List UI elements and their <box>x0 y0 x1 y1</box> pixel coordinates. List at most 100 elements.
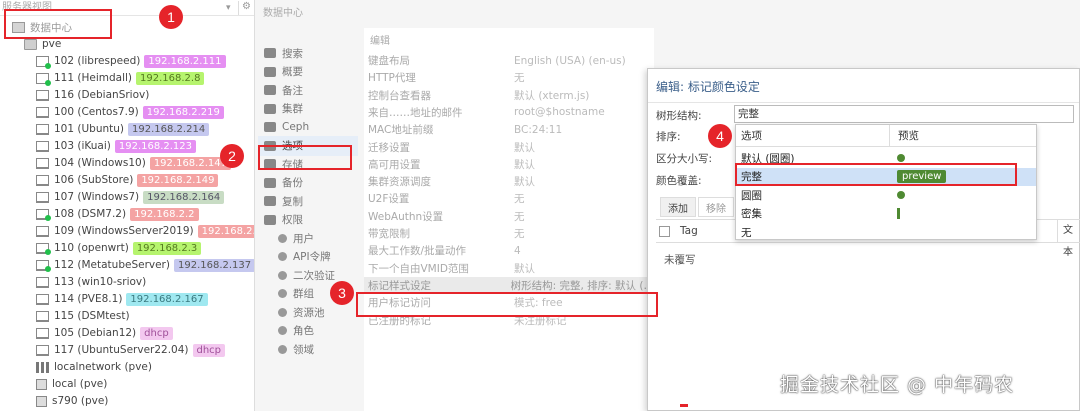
tree-item[interactable]: 103 (iKuai) 192.168.2.123 <box>36 137 197 155</box>
option-key: 带宽限制 <box>368 228 410 240</box>
dropdown-option[interactable]: 无 <box>736 223 1036 241</box>
empty-state-text: 未覆写 <box>664 254 696 266</box>
tree-item[interactable]: 110 (openwrt) 192.168.2.3 <box>36 239 202 257</box>
text-column-header[interactable]: 文本 <box>1057 220 1080 258</box>
option-key: 集群资源调度 <box>368 176 431 189</box>
menu-item-label: 资源池 <box>293 306 325 319</box>
dropdown-option[interactable]: 圆圈 <box>736 186 1036 204</box>
tree-item-label: 115 (DSMtest) <box>54 310 130 322</box>
datacenter-menu: 搜索 概要 备注 集群 Ceph 选项 存储 备份 复制 权限 用户 API令牌 二次验证 群组 资源池 角色… <box>258 38 362 411</box>
menu-item[interactable]: 搜索 <box>258 43 358 63</box>
option-key: 来自……地址的邮件 <box>368 106 463 119</box>
menu-item[interactable]: 用户 <box>258 228 358 248</box>
tree-item[interactable]: 109 (WindowsServer2019)192.168.2.138 <box>36 222 254 240</box>
ip-tag: 192.168.2.219 <box>142 105 224 119</box>
option-key: WebAuthn设置 <box>368 210 444 223</box>
select-all-checkbox[interactable] <box>659 225 670 237</box>
tree-item[interactable]: 116 (DebianSriov) <box>36 86 149 104</box>
dropdown-option[interactable]: 密集 <box>736 205 1036 223</box>
tree-item[interactable]: 104 (Windows10) 192.168.2.147 <box>36 154 231 172</box>
option-row[interactable]: U2F设置 无 <box>364 190 654 207</box>
option-row[interactable]: 带宽限制 无 <box>364 225 654 242</box>
menu-item-label: 领域 <box>293 343 314 356</box>
tree-item-label: localnetwork (pve) <box>54 361 152 373</box>
option-row[interactable]: 控制台查看器 默认 (xterm.js) <box>364 87 654 104</box>
step-badge-3: 3 <box>330 281 354 305</box>
template-icon <box>36 327 49 339</box>
tree-item[interactable]: s790 (pve) <box>36 392 108 410</box>
tree-item[interactable]: 105 (Debian12) dhcp <box>36 324 173 342</box>
tree-item-label: 105 (Debian12) <box>54 327 137 339</box>
menu-item[interactable]: 角色 <box>258 321 358 341</box>
option-value: 默认 <box>514 176 535 189</box>
tree-style-select[interactable]: 完整 <box>734 105 1074 123</box>
option-key: 最大工作数/批量动作 <box>368 245 467 258</box>
menu-item[interactable]: API令牌 <box>258 247 358 267</box>
tree-item[interactable]: 115 (DSMtest) <box>36 307 130 325</box>
case-sensitive-label: 区分大小写: <box>656 152 713 165</box>
tree-item[interactable]: 112 (MetatubeServer) 192.168.2.137 <box>36 256 254 274</box>
menu-item-label: 备注 <box>282 84 303 97</box>
menu-item-label: 集群 <box>282 103 303 115</box>
tree-item[interactable]: 101 (Ubuntu) 192.168.2.214 <box>36 120 210 138</box>
menu-item[interactable]: 权限 <box>258 210 358 230</box>
menu-item[interactable]: 概要 <box>258 62 358 82</box>
gear-icon[interactable]: ⚙ <box>238 0 254 15</box>
option-row[interactable]: HTTP代理 无 <box>364 69 654 86</box>
menu-item[interactable]: Ceph <box>258 117 358 137</box>
tree-item[interactable]: 100 (Centos7.9) 192.168.2.219 <box>36 103 224 121</box>
option-preview <box>889 208 900 219</box>
option-row[interactable]: WebAuthn设置 无 <box>364 208 654 225</box>
option-row[interactable]: MAC地址前缀 BC:24:11 <box>364 121 654 138</box>
option-column-header: 选项 <box>741 130 762 142</box>
option-key: U2F设置 <box>368 193 410 206</box>
tree-item[interactable]: 117 (UbuntuServer22.04) dhcp <box>36 341 226 359</box>
tree-item[interactable]: local (pve) <box>36 375 107 393</box>
tree-item[interactable]: 108 (DSM7.2) 192.168.2.2 <box>36 205 199 223</box>
tree-item[interactable]: 102 (librespeed) 192.168.2.111 <box>36 52 226 70</box>
ip-tag: 192.168.2.167 <box>126 292 208 306</box>
chevron-down-icon[interactable]: ▾ <box>226 3 238 13</box>
option-row[interactable]: 迁移设置 默认 <box>364 139 654 156</box>
ip-tag: 192.168.2.2 <box>130 207 199 221</box>
option-row[interactable]: 来自……地址的邮件 root@$hostname <box>364 104 654 121</box>
option-row[interactable]: 最大工作数/批量动作 4 <box>364 242 654 259</box>
menu-item[interactable]: 集群 <box>258 99 358 119</box>
tree-item[interactable]: 114 (PVE8.1) 192.168.2.167 <box>36 290 208 308</box>
dense-preview-icon <box>897 208 900 219</box>
menu-item[interactable]: 资源池 <box>258 302 358 322</box>
tree-item[interactable]: localnetwork (pve) <box>36 358 152 376</box>
tree-item[interactable]: 107 (Windows7) 192.168.2.164 <box>36 188 225 206</box>
backup-icon <box>264 177 276 188</box>
option-key: 高可用设置 <box>368 158 421 171</box>
highlight-tag-style <box>356 292 658 317</box>
tree-item-label: 100 (Centos7.9) <box>54 106 139 118</box>
vm-icon <box>36 191 49 203</box>
ip-tag: 192.168.2.111 <box>144 54 226 68</box>
tree-item[interactable]: 113 (win10-sriov) <box>36 273 146 291</box>
ip-tag: 192.168.2.164 <box>143 190 225 204</box>
ip-tag: 192.168.2.214 <box>128 122 210 136</box>
tree-item-label: 112 (MetatubeServer) <box>54 259 170 271</box>
tag-column-header[interactable]: Tag <box>680 225 698 237</box>
option-row[interactable]: 键盘布局 English (USA) (en-us) <box>364 52 654 69</box>
preview-column-header: 预览 <box>889 124 919 147</box>
menu-item[interactable]: 备注 <box>258 80 358 100</box>
options-grid: 编辑 键盘布局 English (USA) (en-us) HTTP代理无控制台查看… <box>364 28 654 411</box>
container-icon <box>36 72 51 86</box>
step-badge-4: 4 <box>708 124 732 148</box>
option-row[interactable]: 高可用设置 默认 <box>364 156 654 173</box>
remove-button[interactable]: 移除 <box>698 197 734 217</box>
menu-item[interactable]: 领域 <box>258 339 358 359</box>
add-button[interactable]: 添加 <box>660 197 696 217</box>
tree-item[interactable]: 111 (Heimdall) 192.168.2.8 <box>36 69 205 87</box>
tree-item[interactable]: 106 (SubStore) 192.168.2.149 <box>36 171 219 189</box>
menu-item[interactable]: 备份 <box>258 173 358 193</box>
tree-item-label: 114 (PVE8.1) <box>54 293 123 305</box>
option-row[interactable]: 下一个自由VMID范围 默认 <box>364 260 654 277</box>
option-value: root@$hostname <box>514 106 605 119</box>
edit-button[interactable]: 编辑 <box>370 32 390 47</box>
option-row[interactable]: 集群资源调度 默认 <box>364 173 654 190</box>
option-value: 树形结构: 完整, 排序: 默认 (… <box>510 279 654 292</box>
menu-item[interactable]: 复制 <box>258 191 358 211</box>
